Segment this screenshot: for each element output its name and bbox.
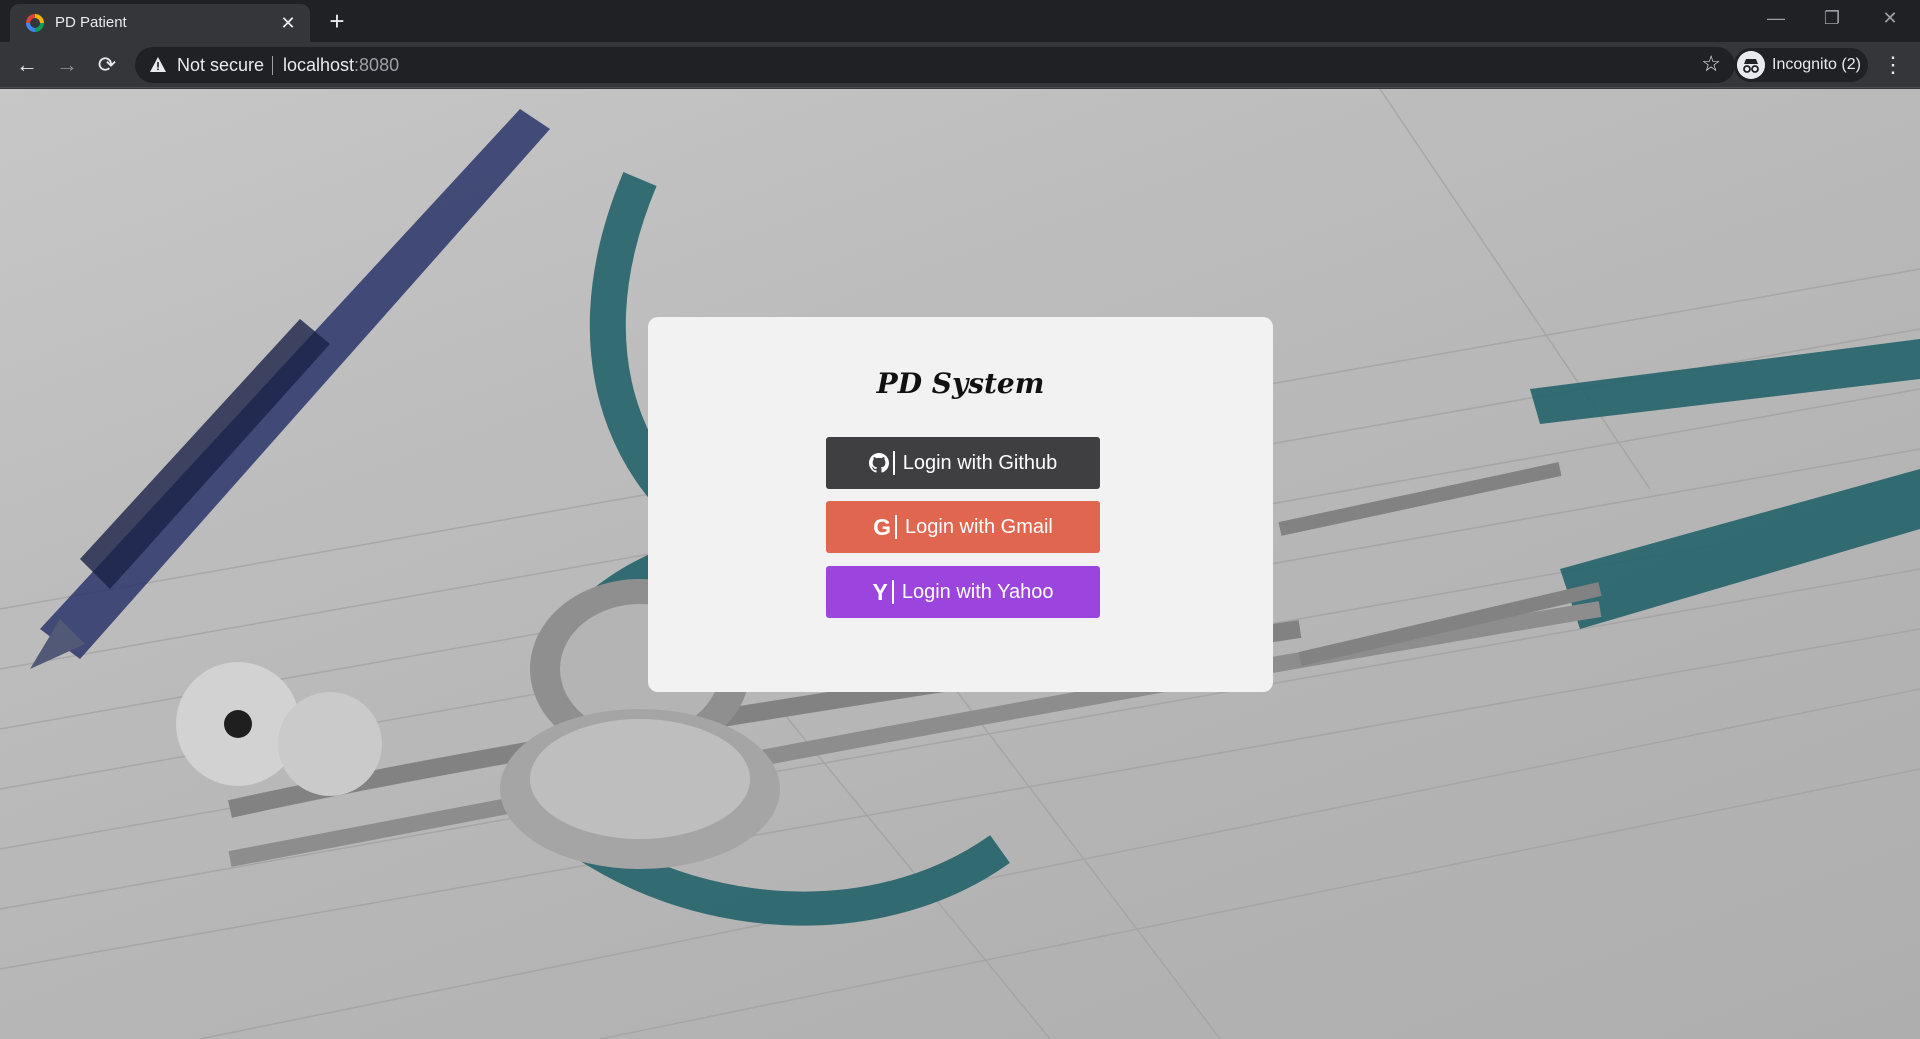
reload-button[interactable]: ⟳ — [92, 50, 122, 80]
login-yahoo-label: Login with Yahoo — [901, 580, 1054, 603]
login-yahoo-button[interactable]: Y Login with Yahoo — [826, 566, 1100, 618]
new-tab-button[interactable]: + — [322, 6, 352, 36]
url-port: :8080 — [354, 55, 400, 75]
page-title: PD System — [876, 367, 1045, 400]
incognito-label: Incognito (2) — [1772, 56, 1861, 73]
url-text[interactable]: localhost:8080 — [283, 55, 399, 76]
incognito-icon — [1737, 51, 1765, 79]
yahoo-icon: Y — [872, 578, 888, 605]
title-bar: PD Patient ✕ + — ❐ ✕ — [0, 0, 1920, 42]
url-host: localhost — [283, 55, 355, 75]
forward-button[interactable]: → — [52, 50, 82, 80]
login-gmail-label: Login with Gmail — [905, 515, 1053, 538]
incognito-indicator[interactable]: Incognito (2) — [1734, 48, 1868, 82]
login-github-label: Login with Github — [902, 451, 1058, 474]
bookmark-star-icon[interactable]: ☆ — [1701, 51, 1721, 77]
login-card: PD System Login with Github G Login with… — [648, 317, 1273, 692]
security-label[interactable]: Not secure — [177, 55, 264, 76]
login-gmail-button[interactable]: G Login with Gmail — [826, 501, 1100, 553]
button-divider — [892, 451, 895, 475]
tab-close-icon[interactable]: ✕ — [276, 11, 300, 35]
omnibox-divider — [272, 56, 273, 75]
browser-toolbar: ← → ⟳ Not secure localhost:8080 ☆ Incogn… — [0, 42, 1920, 88]
button-divider — [891, 580, 894, 604]
restore-button[interactable]: ❐ — [1804, 0, 1860, 38]
back-button[interactable]: ← — [12, 50, 42, 80]
login-github-button[interactable]: Login with Github — [826, 437, 1100, 489]
minimize-button[interactable]: — — [1748, 0, 1804, 38]
warning-icon — [150, 57, 166, 72]
github-icon — [868, 453, 889, 473]
browser-menu-icon[interactable]: ⋮ — [1878, 50, 1908, 80]
page-viewport: PD System Login with Github G Login with… — [0, 89, 1920, 1039]
close-window-button[interactable]: ✕ — [1862, 0, 1918, 38]
tab-title: PD Patient — [55, 14, 127, 31]
address-bar[interactable]: Not secure localhost:8080 ☆ — [135, 47, 1735, 83]
browser-tab[interactable]: PD Patient ✕ — [10, 4, 310, 42]
button-divider — [895, 515, 898, 539]
favicon-icon — [26, 14, 44, 32]
google-icon: G — [873, 513, 892, 540]
